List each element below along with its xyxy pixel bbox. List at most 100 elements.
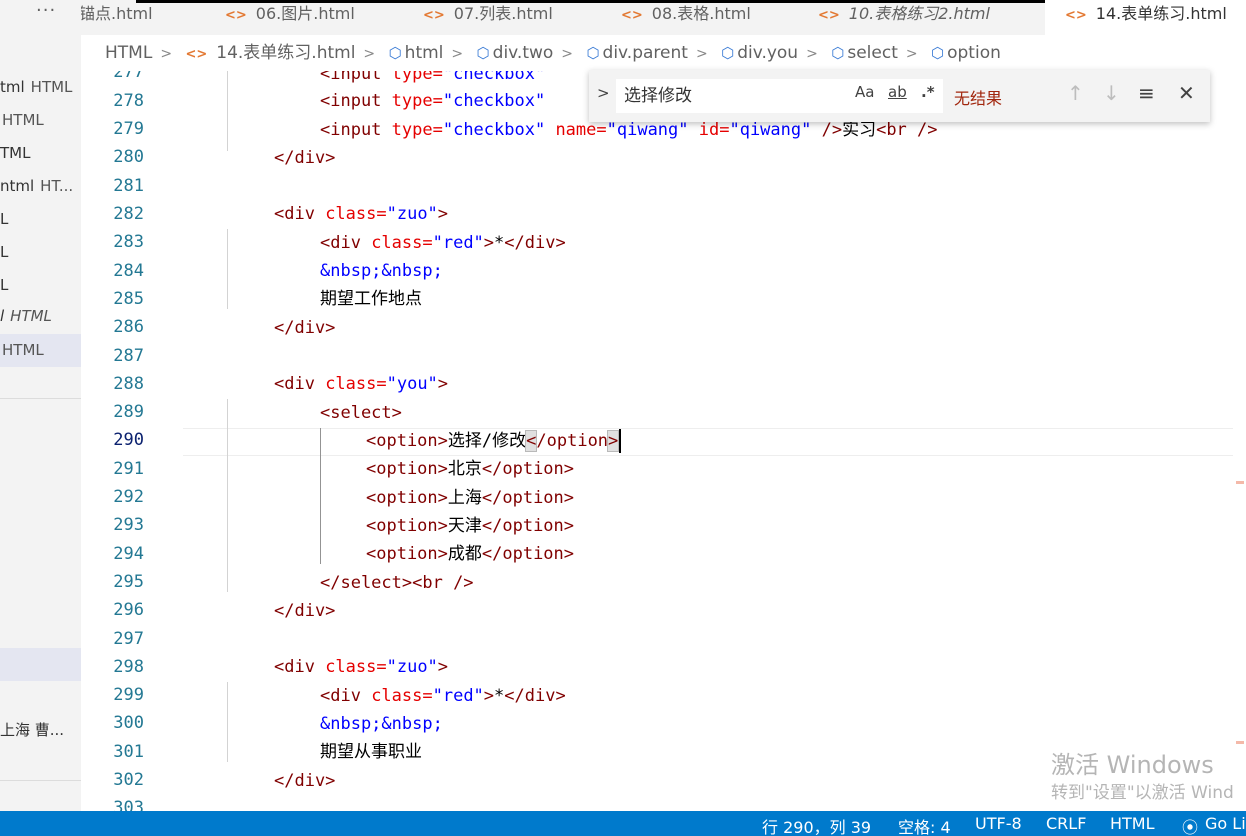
code-line-283: <div class="red">*</div>: [320, 233, 566, 253]
toggle-replace-chevron-icon[interactable]: >: [597, 84, 610, 102]
language-mode[interactable]: HTML: [1110, 814, 1155, 833]
element-cube-icon: ⬡: [931, 44, 945, 62]
tab-tables[interactable]: <> 08.表格.html: [621, 0, 801, 35]
breadcrumb-item[interactable]: select: [847, 43, 898, 63]
go-live-button[interactable]: Go Li: [1205, 814, 1246, 833]
find-in-selection-icon[interactable]: ≡: [1138, 81, 1155, 105]
breadcrumb-item[interactable]: div.two: [493, 43, 554, 63]
find-widget: > 选择修改 Aa ab .* 无结果 ↑ ↓ ≡ ✕: [589, 70, 1210, 122]
code-line-290: <option>选择/修改</option>: [366, 427, 622, 455]
sidebar-highlight-row[interactable]: [0, 648, 81, 681]
explorer-file-item[interactable]: L: [0, 269, 81, 302]
activation-watermark-subtitle: 转到"设置"以激活 Wind: [1051, 783, 1234, 803]
line-number: 283: [113, 232, 144, 252]
explorer-file-item[interactable]: l HTML: [0, 300, 81, 333]
line-number: 278: [113, 91, 144, 111]
arrow-down-icon[interactable]: ↓: [1103, 81, 1120, 105]
breadcrumb: HTML > <> 14.表单练习.html > ⬡ html > ⬡ div.two > ⬡…: [81, 35, 1246, 71]
chevron-right-icon: >: [160, 46, 173, 62]
element-cube-icon: ⬡: [476, 44, 490, 62]
tab-form-practice-active[interactable]: <> 14.表单练习.html: [1045, 0, 1246, 35]
breadcrumb-item[interactable]: 14.表单练习.html: [216, 43, 355, 63]
code-editor[interactable]: 277 278 279 280 281 282 283 284 285 286 …: [81, 71, 1246, 811]
whole-word-icon[interactable]: ab: [888, 83, 907, 101]
html-file-icon: <>: [621, 8, 643, 23]
code-line-288: <div class="you">: [274, 374, 449, 394]
code-line-301: 期望从事职业: [320, 742, 422, 762]
breadcrumb-item[interactable]: option: [947, 43, 1001, 63]
explorer-sidebar: ··· tml HTML HTML TML ntml HT... L L L l HT…: [0, 0, 81, 811]
tab-table-practice[interactable]: <> 10.表格练习2.html: [818, 0, 1038, 35]
regex-icon[interactable]: .*: [921, 83, 935, 101]
code-line-302: </div>: [274, 771, 336, 791]
chevron-right-icon: >: [905, 46, 918, 62]
element-cube-icon: ⬡: [388, 44, 402, 62]
html-file-icon: <>: [818, 8, 840, 23]
indent-guide: [227, 71, 228, 151]
code-line-289: <select>: [320, 403, 402, 423]
close-icon[interactable]: ✕: [1178, 81, 1195, 105]
match-case-icon[interactable]: Aa: [855, 83, 874, 101]
explorer-file-item[interactable]: HTML: [0, 104, 81, 137]
line-number: 282: [113, 204, 144, 224]
code-line-298: <div class="zuo">: [274, 657, 449, 677]
breadcrumb-item[interactable]: div.parent: [603, 43, 688, 63]
code-line-286: </div>: [274, 318, 336, 338]
line-number: 281: [113, 176, 144, 196]
breadcrumb-item[interactable]: html: [405, 43, 444, 63]
code-line-293: <option>天津</option>: [366, 516, 575, 536]
explorer-file-item[interactable]: ntml HT...: [0, 170, 81, 203]
explorer-file-item[interactable]: tml HTML: [0, 71, 81, 104]
line-number: 300: [113, 713, 144, 733]
code-line-285: 期望工作地点: [320, 289, 422, 309]
line-number: 301: [113, 742, 144, 762]
broadcast-icon: ⦿: [1182, 818, 1199, 836]
activation-watermark-title: 激活 Windows: [1051, 751, 1214, 779]
code-line-282: <div class="zuo">: [274, 204, 449, 224]
line-number: 285: [113, 289, 144, 309]
element-cube-icon: ⬡: [721, 44, 735, 62]
overview-ruler-mark: [1236, 741, 1244, 744]
chevron-right-icon: >: [451, 46, 464, 62]
current-line-highlight: [183, 428, 1233, 456]
sidebar-outline-item[interactable]: 上海 曹...: [0, 714, 81, 747]
arrow-up-icon[interactable]: ↑: [1067, 81, 1084, 105]
indent-guide: [227, 229, 228, 309]
line-number: 286: [113, 317, 144, 337]
line-number: 277: [113, 71, 144, 82]
line-number: 295: [113, 572, 144, 592]
explorer-file-item[interactable]: L: [0, 236, 81, 269]
status-bar: 行 290，列 39 空格: 4 UTF-8 CRLF HTML ⦿ Go Li: [0, 811, 1246, 836]
indentation-setting[interactable]: 空格: 4: [898, 814, 951, 836]
text-cursor: [619, 429, 622, 453]
overview-ruler-mark: [1236, 481, 1244, 484]
line-number: 293: [113, 515, 144, 535]
tab-lists[interactable]: <> 07.列表.html: [423, 0, 603, 35]
element-cube-icon: ⬡: [586, 44, 600, 62]
explorer-file-item[interactable]: TML: [0, 137, 81, 170]
tab-images[interactable]: <> 06.图片.html: [225, 0, 405, 35]
more-actions-icon[interactable]: ···: [36, 0, 56, 21]
line-number: 284: [113, 261, 144, 281]
cursor-position[interactable]: 行 290，列 39: [762, 814, 871, 836]
line-number: 294: [113, 544, 144, 564]
code-line-294: <option>成都</option>: [366, 544, 575, 564]
breadcrumb-item[interactable]: HTML: [105, 43, 152, 63]
html-file-icon: <>: [1065, 8, 1087, 23]
indent-guide: [227, 399, 228, 592]
explorer-file-item-active[interactable]: HTML: [0, 334, 81, 367]
encoding-setting[interactable]: UTF-8: [975, 814, 1022, 833]
chevron-right-icon: >: [806, 46, 818, 62]
code-line-280: </div>: [274, 148, 336, 168]
code-line-295: </select><br />: [320, 573, 474, 593]
indent-guide: [227, 682, 228, 762]
explorer-file-item[interactable]: L: [0, 203, 81, 236]
eol-setting[interactable]: CRLF: [1046, 814, 1086, 833]
tab-anchor[interactable]: 锚点.html: [81, 0, 203, 35]
line-number-current: 290: [113, 430, 144, 450]
line-number: 280: [113, 147, 144, 167]
breadcrumb-item[interactable]: div.you: [737, 43, 798, 63]
line-number: 287: [113, 346, 144, 366]
find-result-status: 无结果: [954, 89, 1003, 108]
code-line-299: <div class="red">*</div>: [320, 686, 566, 706]
